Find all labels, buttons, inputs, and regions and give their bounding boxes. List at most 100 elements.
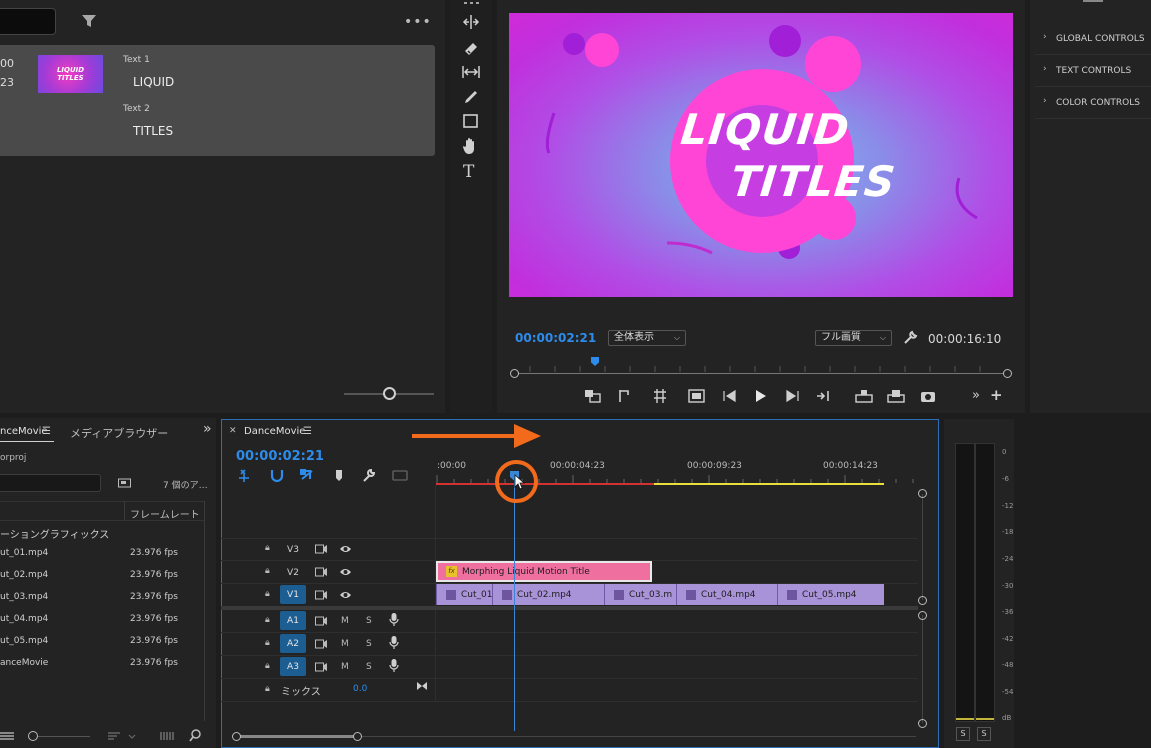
tab-project[interactable]: nceMovie: [0, 426, 48, 437]
timeline-zoom-bar[interactable]: [237, 735, 357, 738]
track-target-a1[interactable]: A1: [280, 611, 306, 630]
list-item[interactable]: anceMovie 23.976 fps: [0, 653, 204, 675]
sync-lock-icon[interactable]: [315, 544, 327, 554]
track-target-v3[interactable]: V3: [280, 540, 306, 559]
track-target-v1[interactable]: V1: [280, 585, 306, 604]
sequence-menu-icon[interactable]: ☰: [303, 426, 312, 437]
lock-icon[interactable]: 🔒︎: [265, 615, 270, 625]
automate-icon[interactable]: [160, 731, 176, 741]
wrench-icon[interactable]: [903, 330, 918, 345]
lock-icon[interactable]: 🔒︎: [265, 638, 270, 648]
slip-icon[interactable]: [461, 64, 481, 80]
track-target-a3[interactable]: A3: [280, 657, 306, 676]
search-icon[interactable]: [189, 729, 202, 742]
eye-icon[interactable]: [339, 544, 352, 554]
sync-lock-icon[interactable]: [315, 567, 327, 577]
mute-button[interactable]: M: [341, 639, 349, 649]
microphone-icon[interactable]: [389, 659, 399, 673]
lock-icon[interactable]: 🔒︎: [265, 684, 270, 694]
microphone-icon[interactable]: [389, 613, 399, 627]
mix-value[interactable]: 0.0: [353, 684, 367, 694]
list-item[interactable]: ut_04.mp4 23.976 fps: [0, 609, 204, 631]
video-scroll-handle-bottom[interactable]: [918, 596, 927, 605]
mute-button[interactable]: M: [341, 662, 349, 672]
quality-dropdown[interactable]: フル画質 ⌵: [815, 330, 892, 346]
color-controls-row[interactable]: › COLOR CONTROLS: [1035, 90, 1151, 119]
list-item[interactable]: ut_01.mp4 23.976 fps: [0, 543, 204, 565]
track-select-icon[interactable]: [462, 0, 480, 6]
zoom-slider[interactable]: [38, 736, 90, 737]
video-clip[interactable]: Cut_03.m: [604, 584, 676, 605]
more-options-icon[interactable]: •••: [404, 14, 432, 30]
title-clip[interactable]: fx Morphing Liquid Motion Title: [436, 561, 652, 582]
program-current-time[interactable]: 00:00:02:21: [515, 331, 596, 345]
sequence-tab[interactable]: DanceMovie: [244, 426, 305, 437]
list-item[interactable]: ut_03.mp4 23.976 fps: [0, 587, 204, 609]
expand-controls-icon[interactable]: »: [972, 388, 980, 403]
tab-project-menu-icon[interactable]: ☰: [42, 426, 51, 437]
rectangle-icon[interactable]: [462, 113, 480, 129]
audio-scroll-handle-top[interactable]: [918, 611, 927, 620]
zoom-handle-right[interactable]: [353, 732, 362, 741]
sort-icon[interactable]: [108, 731, 138, 741]
list-item[interactable]: ut_02.mp4 23.976 fps: [0, 565, 204, 587]
audio-scrollbar-track[interactable]: [922, 615, 923, 723]
solo-left-button[interactable]: S: [956, 727, 970, 741]
filter-icon[interactable]: [81, 13, 97, 29]
solo-button[interactable]: S: [366, 662, 372, 672]
text1-value[interactable]: LIQUID: [133, 75, 174, 89]
type-icon[interactable]: T: [463, 162, 474, 182]
fit-dropdown[interactable]: 全体表示 ⌵: [608, 330, 686, 346]
project-scrollbar[interactable]: [204, 501, 205, 721]
search-field[interactable]: [0, 8, 56, 35]
sync-lock-icon[interactable]: [315, 590, 327, 600]
solo-right-button[interactable]: S: [977, 727, 991, 741]
add-button-icon[interactable]: +: [990, 386, 1003, 404]
lock-icon[interactable]: 🔒︎: [265, 661, 270, 671]
video-scrollbar-track[interactable]: [922, 494, 923, 600]
pen-icon[interactable]: [463, 89, 479, 105]
track-target-v2[interactable]: V2: [280, 563, 306, 582]
video-scroll-handle-top[interactable]: [918, 489, 927, 498]
panel-drag-handle[interactable]: [1083, 0, 1103, 2]
global-controls-row[interactable]: › GLOBAL CONTROLS: [1035, 26, 1151, 55]
lock-icon[interactable]: 🔒︎: [265, 589, 270, 599]
new-bin-icon[interactable]: [118, 477, 131, 488]
zoom-slider-knob[interactable]: [28, 731, 38, 741]
lock-icon[interactable]: 🔒︎: [265, 566, 270, 576]
tab-media-browser[interactable]: メディアブラウザー: [70, 425, 168, 441]
ripple-edit-icon[interactable]: [462, 14, 480, 30]
panel-overflow-icon[interactable]: »: [203, 421, 212, 437]
mix-to-end-icon[interactable]: [416, 681, 428, 691]
solo-button[interactable]: S: [366, 616, 372, 626]
solo-button[interactable]: S: [366, 639, 372, 649]
track-target-a2[interactable]: A2: [280, 634, 306, 653]
text2-value[interactable]: TITLES: [133, 124, 173, 138]
eye-icon[interactable]: [339, 567, 352, 577]
hand-icon[interactable]: [462, 137, 480, 155]
video-audio-divider[interactable]: [221, 606, 918, 610]
timeline-current-time[interactable]: 00:00:02:21: [236, 449, 324, 464]
text-controls-row[interactable]: › TEXT CONTROLS: [1035, 58, 1151, 87]
microphone-icon[interactable]: [389, 636, 399, 650]
video-clip[interactable]: Cut_01: [436, 584, 492, 605]
column-divider[interactable]: [124, 502, 125, 520]
video-clip[interactable]: Cut_05.mp4: [777, 584, 884, 605]
thumbnail-size-slider-knob[interactable]: [383, 387, 396, 400]
video-clip[interactable]: Cut_02.mp4: [492, 584, 604, 605]
project-search-input[interactable]: [0, 474, 101, 492]
sync-lock-icon[interactable]: [315, 639, 327, 649]
list-item[interactable]: ut_05.mp4 23.976 fps: [0, 631, 204, 653]
audio-scroll-handle-bottom[interactable]: [918, 719, 927, 728]
sync-lock-icon[interactable]: [315, 616, 327, 626]
video-clip[interactable]: Cut_04.mp4: [676, 584, 777, 605]
eye-icon[interactable]: [339, 590, 352, 600]
column-framerate[interactable]: フレームレート: [130, 506, 200, 521]
program-mini-timeline[interactable]: [514, 373, 1008, 374]
lock-icon[interactable]: 🔒︎: [265, 543, 270, 553]
sync-lock-icon[interactable]: [315, 662, 327, 672]
razor-icon[interactable]: [462, 39, 480, 57]
list-view-icon[interactable]: [0, 731, 16, 741]
zoom-handle-left[interactable]: [232, 732, 241, 741]
mini-timeline-start-handle[interactable]: [510, 369, 519, 378]
